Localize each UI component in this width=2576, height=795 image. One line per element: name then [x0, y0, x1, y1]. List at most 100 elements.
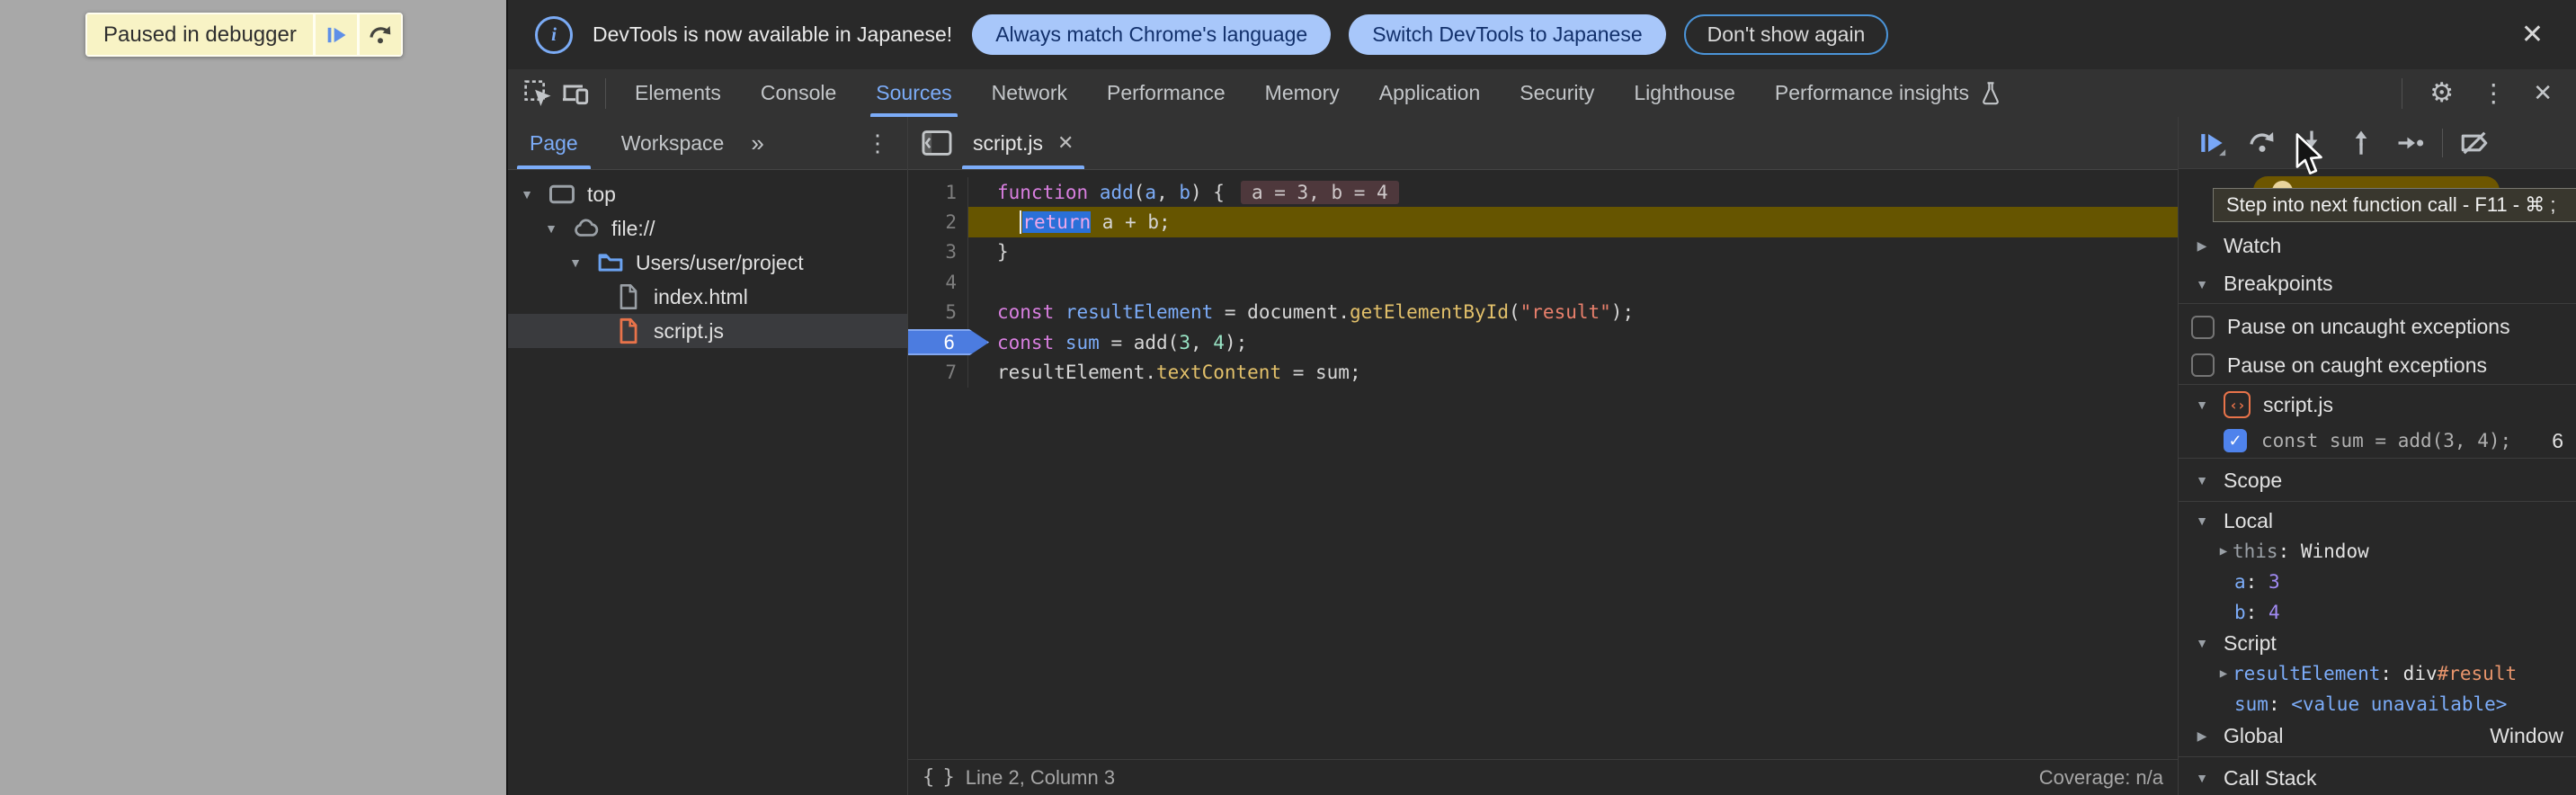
scope-var-result-element[interactable]: ▶ resultElement: div#result — [2179, 658, 2576, 689]
scope-var-sum[interactable]: sum: <value unavailable> — [2179, 689, 2576, 719]
cursor-position-status: Line 2, Column 3 — [966, 766, 1115, 790]
code-text[interactable] — [968, 267, 2178, 297]
tree-item-folder[interactable]: ▼ Users/user/project — [508, 246, 907, 280]
pretty-print-icon[interactable]: { } — [923, 766, 953, 789]
resume-icon — [324, 22, 349, 48]
resume-button[interactable] — [2195, 125, 2231, 161]
tree-item-top[interactable]: ▼ top — [508, 177, 907, 211]
tab-page[interactable]: Page — [508, 117, 600, 169]
tab-security[interactable]: Security — [1500, 69, 1614, 117]
chevron-down-icon[interactable]: ▼ — [2193, 514, 2211, 528]
editor-statusbar: { } Line 2, Column 3 Coverage: n/a — [908, 759, 2178, 795]
inspect-element-icon[interactable] — [522, 78, 553, 109]
chevron-down-icon[interactable]: ▼ — [2193, 398, 2211, 412]
devtools-close-icon[interactable]: ✕ — [2533, 79, 2553, 107]
call-stack-label: Call Stack — [2224, 766, 2317, 791]
scope-var-this[interactable]: ▶ this: Window — [2179, 536, 2576, 567]
section-scope[interactable]: ▼ Scope — [2179, 460, 2576, 501]
scope-var-b[interactable]: b: 4 — [2179, 597, 2576, 628]
section-call-stack[interactable]: ▼ Call Stack — [2179, 758, 2576, 795]
breakpoint-line-number: 6 — [2552, 429, 2576, 453]
tree-item-file-origin[interactable]: ▼ file:// — [508, 211, 907, 246]
step-button[interactable] — [2393, 125, 2429, 161]
infobar-button-0[interactable]: Always match Chrome's language — [972, 14, 1331, 55]
infobar-button-2[interactable]: Don't show again — [1684, 14, 1889, 55]
checkbox-unchecked[interactable] — [2191, 316, 2215, 339]
infobar-close-icon[interactable]: ✕ — [2521, 19, 2549, 50]
chevron-right-icon[interactable]: ▶ — [2193, 238, 2211, 254]
code-text[interactable]: const sum = add(3, 4); — [968, 327, 2178, 357]
divider — [2179, 756, 2576, 757]
line-number-gutter[interactable]: 7 — [908, 357, 968, 387]
kebab-menu-icon[interactable]: ⋮ — [2481, 78, 2506, 108]
tab-memory[interactable]: Memory — [1245, 69, 1359, 117]
line-number-gutter[interactable]: 6 — [908, 327, 968, 357]
navigator-toggle-icon[interactable] — [919, 125, 955, 161]
tree-item-script-js[interactable]: script.js — [508, 314, 907, 348]
step-over-button[interactable] — [2244, 125, 2280, 161]
deactivate-breakpoints-button[interactable] — [2456, 125, 2492, 161]
line-number-gutter[interactable]: 2 — [908, 207, 968, 237]
tab-label: Performance insights — [1775, 81, 1969, 105]
code-text[interactable]: const resultElement = document.getElemen… — [968, 298, 2178, 327]
chevron-down-icon[interactable]: ▼ — [2193, 277, 2211, 291]
scope-script-group[interactable]: ▼ Script — [2179, 628, 2576, 658]
line-number-gutter[interactable]: 4 — [908, 267, 968, 297]
scope-var-a[interactable]: a: 3 — [2179, 567, 2576, 597]
section-watch[interactable]: ▶ Watch — [2179, 227, 2576, 264]
line-number-gutter[interactable]: 1 — [908, 177, 968, 207]
tab-sources[interactable]: Sources — [856, 69, 971, 117]
line-number-gutter[interactable]: 5 — [908, 298, 968, 327]
breakpoint-file-group[interactable]: ▼ ‹› script.js — [2179, 386, 2576, 424]
resume-script-button[interactable] — [316, 14, 357, 55]
line-number: 5 — [945, 301, 957, 323]
chevron-right-icon[interactable]: ▶ — [2215, 666, 2233, 681]
tab-label: Lighthouse — [1634, 81, 1735, 105]
checkbox-checked[interactable]: ✓ — [2224, 429, 2247, 452]
step-over-page-button[interactable] — [360, 14, 401, 55]
more-tabs-icon[interactable]: » — [745, 130, 769, 157]
code-text[interactable]: function add(a, b) {a = 3, b = 4 — [968, 177, 2178, 207]
chevron-down-icon[interactable]: ▼ — [2193, 771, 2211, 785]
code-text[interactable]: resultElement.textContent = sum; — [968, 357, 2178, 387]
tab-console[interactable]: Console — [741, 69, 856, 117]
line-number-gutter[interactable]: 3 — [908, 237, 968, 267]
sidebar-kebab-icon[interactable]: ⋮ — [866, 130, 907, 157]
folder-icon — [596, 249, 625, 276]
pause-caught-row[interactable]: Pause on caught exceptions — [2179, 346, 2576, 384]
chevron-down-icon[interactable]: ▼ — [541, 221, 561, 236]
step-out-button[interactable] — [2343, 125, 2379, 161]
chevron-right-icon[interactable]: ▶ — [2193, 728, 2211, 744]
code-area: 1function add(a, b) {a = 3, b = 4 2 retur… — [908, 170, 2178, 760]
section-breakpoints[interactable]: ▼ Breakpoints — [2179, 264, 2576, 303]
scope-local-group[interactable]: ▼ Local — [2179, 505, 2576, 536]
checkbox-unchecked[interactable] — [2191, 353, 2215, 377]
tab-lighthouse[interactable]: Lighthouse — [1614, 69, 1755, 117]
line-number: 2 — [945, 211, 957, 233]
device-toolbar-icon[interactable] — [560, 78, 591, 109]
tab-label: Security — [1520, 81, 1594, 105]
tab-performance-insights[interactable]: Performance insights — [1755, 69, 2021, 117]
tab-application[interactable]: Application — [1359, 69, 1501, 117]
infobar-button-1[interactable]: Switch DevTools to Japanese — [1349, 14, 1665, 55]
code-text[interactable]: } — [968, 237, 2178, 267]
chevron-right-icon[interactable]: ▶ — [2215, 544, 2233, 558]
code-text[interactable]: return a + b; — [968, 207, 2178, 237]
tab-elements[interactable]: Elements — [615, 69, 741, 117]
scope-global-group[interactable]: ▶ Global Window — [2179, 719, 2576, 752]
chevron-down-icon[interactable]: ▼ — [566, 255, 585, 270]
var-name: b — [2234, 602, 2246, 623]
tab-network[interactable]: Network — [972, 69, 1087, 117]
tab-performance[interactable]: Performance — [1087, 69, 1245, 117]
settings-gear-icon[interactable]: ⚙ — [2429, 77, 2454, 109]
pause-uncaught-row[interactable]: Pause on uncaught exceptions — [2179, 308, 2576, 346]
chevron-down-icon[interactable]: ▼ — [517, 187, 537, 201]
breakpoint-entry[interactable]: ✓ const sum = add(3, 4); 6 — [2179, 424, 2576, 458]
infobar-buttons: Always match Chrome's language Switch Dev… — [972, 14, 1888, 55]
tree-item-index-html[interactable]: index.html — [508, 280, 907, 314]
chevron-down-icon[interactable]: ▼ — [2193, 636, 2211, 650]
chevron-down-icon[interactable]: ▼ — [2193, 473, 2211, 487]
tab-close-icon[interactable]: ✕ — [1057, 131, 1074, 155]
tab-workspace[interactable]: Workspace — [600, 117, 746, 169]
editor-tab-script-js[interactable]: script.js ✕ — [955, 117, 1092, 169]
